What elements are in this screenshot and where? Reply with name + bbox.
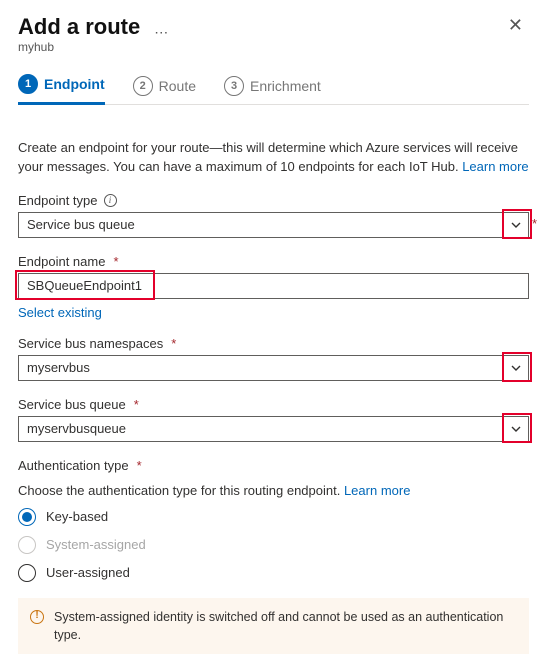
radio-icon <box>18 564 36 582</box>
auth-type-label: Authentication type* <box>18 458 529 473</box>
select-existing-link[interactable]: Select existing <box>18 305 102 320</box>
step-number: 1 <box>18 74 38 94</box>
endpoint-name-input[interactable]: SBQueueEndpoint1 <box>18 273 529 299</box>
step-enrichment[interactable]: 3 Enrichment <box>224 76 321 104</box>
chevron-down-icon[interactable] <box>504 213 528 237</box>
wizard-steps: 1 Endpoint 2 Route 3 Enrichment <box>18 74 529 105</box>
endpoint-name-label: Endpoint name* <box>18 254 529 269</box>
endpoint-type-select[interactable]: Service bus queue <box>18 212 529 238</box>
queue-select[interactable]: myservbusqueue <box>18 416 529 442</box>
page-title: Add a route <box>18 14 140 40</box>
resource-name: myhub <box>18 40 140 54</box>
step-label: Route <box>159 78 196 94</box>
step-number: 2 <box>133 76 153 96</box>
namespaces-select[interactable]: myservbus <box>18 355 529 381</box>
auth-option-system-assigned: System-assigned <box>18 536 529 554</box>
warning-icon: ! <box>30 610 44 624</box>
radio-icon <box>18 536 36 554</box>
required-mark: * <box>532 216 537 231</box>
step-label: Endpoint <box>44 76 105 92</box>
chevron-down-icon[interactable] <box>504 356 528 380</box>
queue-label: Service bus queue* <box>18 397 529 412</box>
close-icon[interactable]: ✕ <box>502 14 529 36</box>
step-label: Enrichment <box>250 78 321 94</box>
endpoint-type-label: Endpoint type i <box>18 193 529 208</box>
auth-learn-more-link[interactable]: Learn more <box>344 483 410 498</box>
info-icon[interactable]: i <box>104 194 117 207</box>
chevron-down-icon[interactable] <box>504 417 528 441</box>
radio-icon <box>18 508 36 526</box>
auth-option-key-based[interactable]: Key-based <box>18 508 529 526</box>
namespaces-label: Service bus namespaces* <box>18 336 529 351</box>
warning-banner: ! System-assigned identity is switched o… <box>18 598 529 654</box>
more-actions-icon[interactable]: ⋯ <box>154 24 169 41</box>
intro-text: Create an endpoint for your route—this w… <box>18 139 529 177</box>
auth-option-user-assigned[interactable]: User-assigned <box>18 564 529 582</box>
step-endpoint[interactable]: 1 Endpoint <box>18 74 105 105</box>
step-number: 3 <box>224 76 244 96</box>
learn-more-link[interactable]: Learn more <box>462 159 528 174</box>
step-route[interactable]: 2 Route <box>133 76 196 104</box>
auth-hint: Choose the authentication type for this … <box>18 483 529 498</box>
